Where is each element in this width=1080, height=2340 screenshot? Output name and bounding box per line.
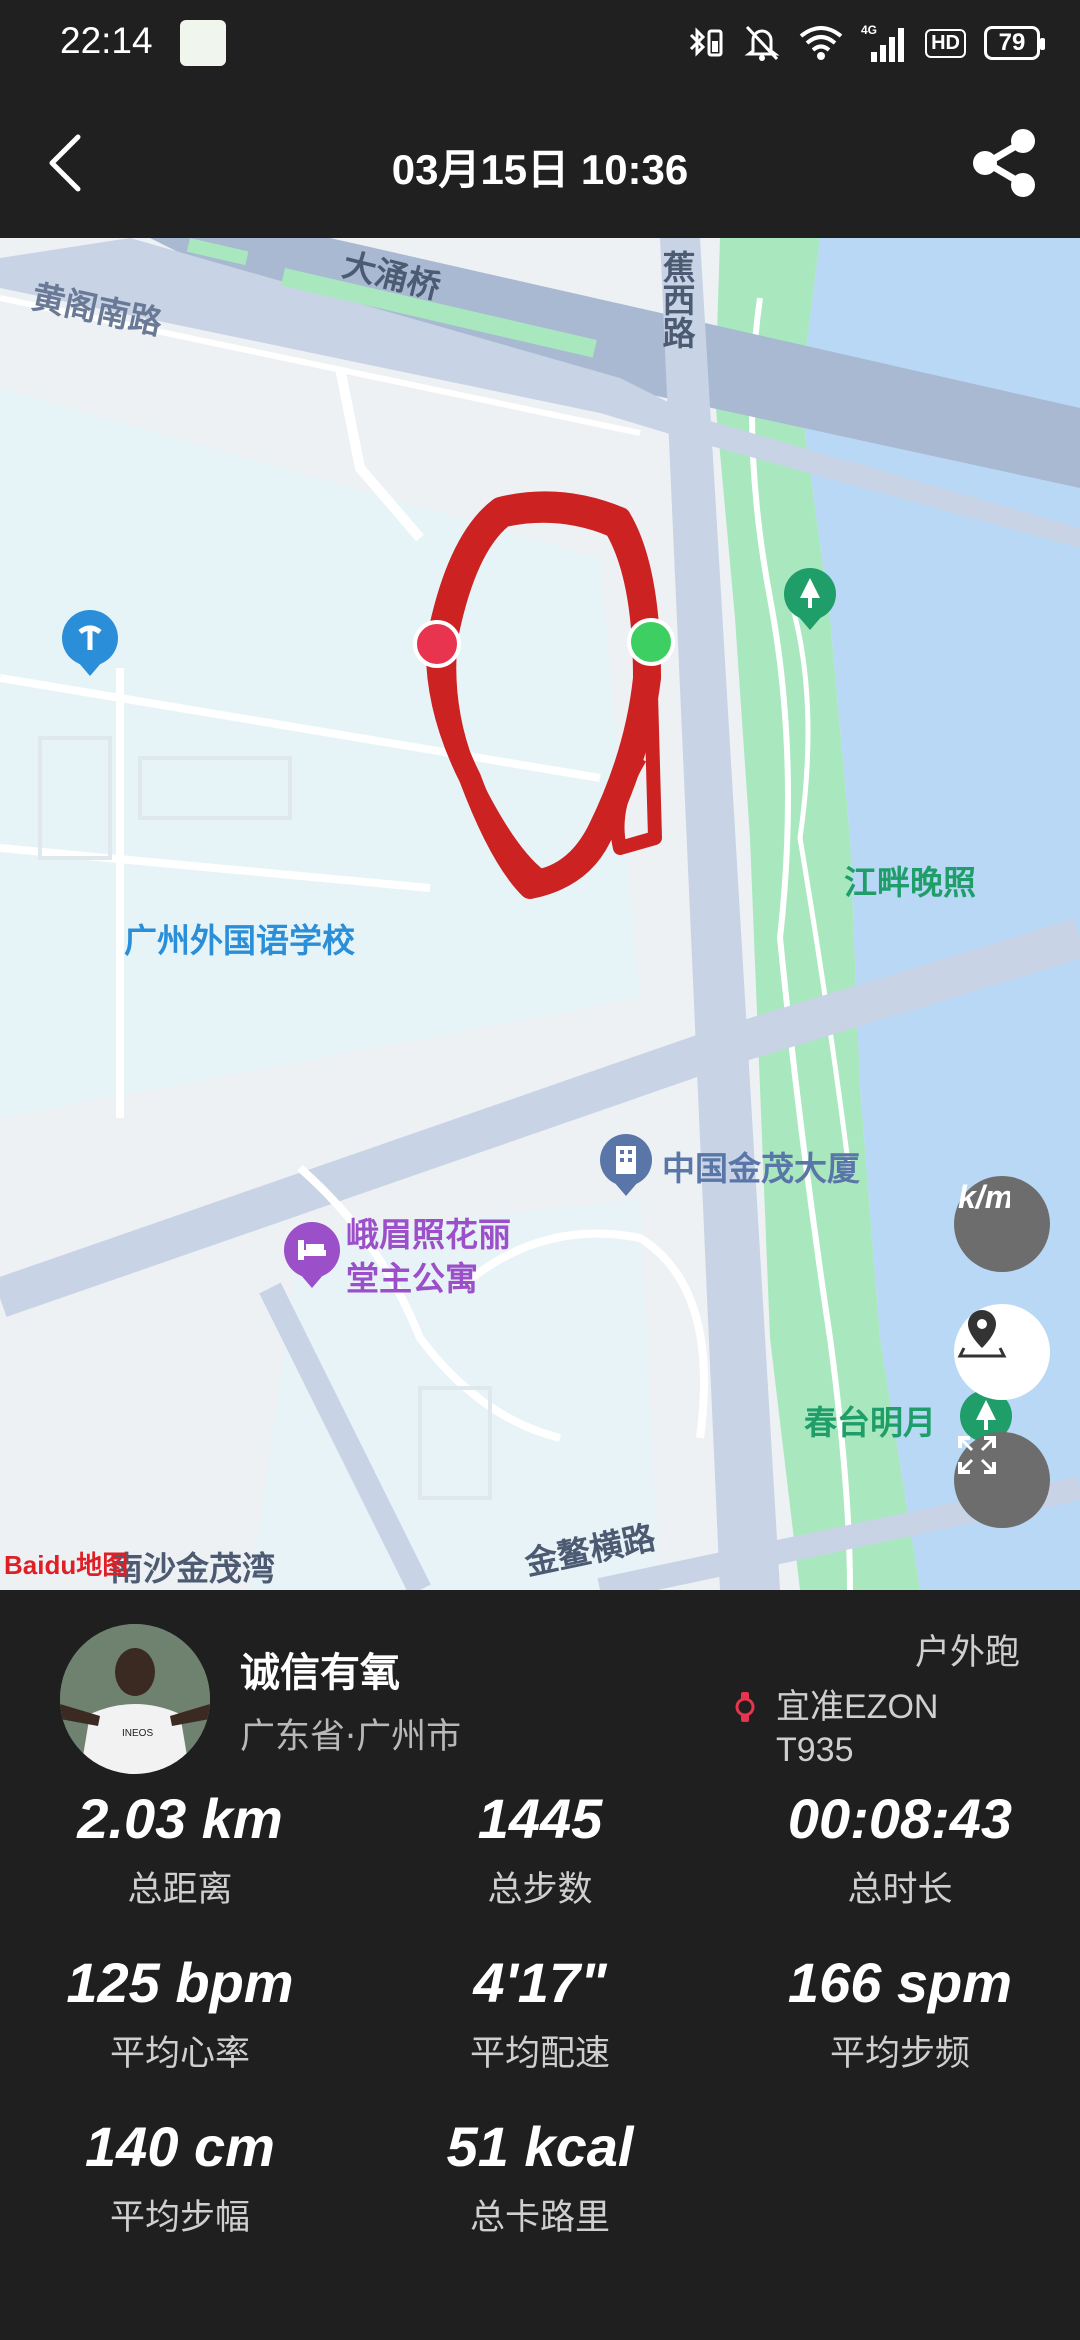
stat-value: 4'17" [473,1951,607,2014]
username: 诚信有氧 [240,1650,400,1696]
km-toggle-icon: k/m [958,1179,1010,1215]
status-icons: 4G HD 79 [685,18,1045,68]
watch-icon [735,1692,755,1722]
device-name-line2: T935 [776,1731,854,1769]
avatar[interactable]: INEOS [60,1624,210,1774]
stat-value: 1445 [477,1787,603,1850]
stat-label: 平均步幅 [109,2198,250,2238]
road-label: 蕉西路 [657,250,696,349]
baidu-logo-text: Baidu地图 [4,1549,129,1580]
poi-label-hotel-line2[interactable]: 堂主公寓 [346,1252,478,1300]
device-name-line1: 宜准EZON [776,1688,939,1726]
signal-icon: 4G [861,23,905,62]
stat-value: 125 bpm [66,1951,294,2014]
avatar-image: INEOS [60,1624,210,1774]
stat-label: 总时长 [847,1870,953,1910]
map-style-button[interactable]: k/m [954,1176,1050,1272]
stat-value: 51 kcal [446,2115,634,2178]
track-start-marker [627,618,675,666]
stat-label: 平均步频 [829,2034,970,2074]
stat-steps: 1445 总步数 [360,1786,720,1912]
stat-value: 00:08:43 [787,1787,1013,1850]
stat-stride: 140 cm 平均步幅 [0,2114,360,2240]
device-name: 宜准EZON T935 [776,1686,938,1772]
stat-value: 140 cm [85,2115,275,2178]
track-end-marker [413,620,461,668]
battery-level: 79 [998,29,1026,56]
stat-label: 平均心率 [109,2034,250,2074]
wifi-icon [799,26,843,60]
bluetooth-battery-icon [690,27,723,57]
hd-badge: HD [925,28,966,58]
user-location: 广东省·广州市 [240,1717,462,1757]
svg-text:INEOS: INEOS [122,1728,153,1739]
activity-type: 户外跑 [914,1633,1020,1673]
fullscreen-button[interactable] [954,1432,1050,1528]
stat-cadence: 166 spm 平均步频 [720,1950,1080,2076]
network-type: 4G [861,23,877,37]
poi-label-park[interactable]: 春台明月 [804,1396,936,1444]
stat-pace: 4'17" 平均配速 [360,1950,720,2076]
poi-label-hotel[interactable]: 峨眉照花丽 [346,1208,511,1256]
poi-label-school[interactable]: 广州外国语学校 [124,914,355,962]
stat-value: 166 spm [787,1951,1013,2014]
share-button[interactable] [965,123,1045,203]
poi-label-park[interactable]: 江畔晚照 [844,856,976,904]
stat-duration: 00:08:43 总时长 [720,1786,1080,1912]
battery-icon: 79 [984,26,1045,60]
locate-button[interactable] [954,1304,1050,1400]
stat-label: 总卡路里 [469,2198,610,2238]
status-bar: 22:14 4G HD 79 [0,0,1080,88]
map-view[interactable]: 黄阁南路 大涌桥 蕉西路 南沙金茂湾 金鳌横路 广州外国语学校 江畔晚照 中国金… [0,238,1080,1590]
stat-calories: 51 kcal 总卡路里 [360,2114,720,2240]
stat-label: 总步数 [487,1870,593,1910]
status-time: 22:14 [60,20,153,61]
stat-value: 2.03 km [77,1787,283,1850]
page-title: 03月15日 10:36 [391,146,689,193]
header: 03月15日 10:36 [0,88,1080,238]
stat-distance: 2.03 km 总距离 [0,1786,360,1912]
mute-icon [744,25,780,61]
stat-label: 平均配速 [469,2034,610,2074]
notification-icon [180,20,226,66]
share-icon [973,129,1035,197]
location-pin-icon [957,1310,1007,1358]
expand-icon [958,1436,996,1474]
activity-summary: INEOS 诚信有氧 广东省·广州市 户外跑 宜准EZON T935 2.03 … [0,1590,1080,2340]
stat-heart-rate: 125 bpm 平均心率 [0,1950,360,2076]
stat-label: 总距离 [127,1870,233,1910]
road-label: 南沙金茂湾 [110,1549,275,1588]
poi-label-building[interactable]: 中国金茂大厦 [662,1142,860,1190]
svg-text:k/m: k/m [958,1179,1010,1215]
baidu-logo: Baidu地图 [4,1542,128,1584]
